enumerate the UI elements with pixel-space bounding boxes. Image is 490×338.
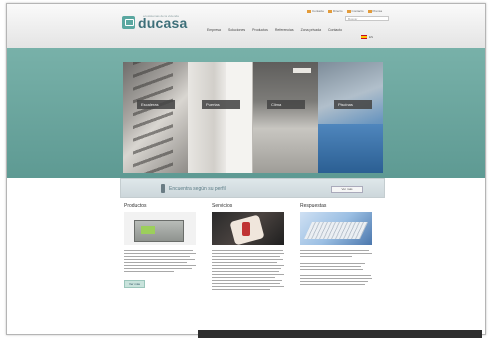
hero-panel-label: Escaleras bbox=[137, 100, 175, 109]
service-image[interactable] bbox=[212, 212, 284, 245]
column-text bbox=[124, 250, 196, 273]
logo-icon[interactable] bbox=[122, 16, 135, 29]
main-nav: Empresa Soluciones Productos Referencias… bbox=[207, 28, 342, 32]
browser-frame: ecosistemas de la vivienda ducasa Contac… bbox=[6, 3, 486, 335]
person-icon bbox=[161, 184, 165, 193]
column-title[interactable]: Servicios bbox=[212, 203, 284, 209]
nav-item-empresa[interactable]: Empresa bbox=[207, 28, 221, 32]
hero-panel-puertas[interactable]: Puertas bbox=[188, 62, 253, 173]
profile-banner: Encuentra según su perfil Ver más bbox=[120, 178, 385, 198]
hero-panel-label: Piscinas bbox=[334, 100, 372, 109]
column-text bbox=[212, 250, 284, 291]
column-title[interactable]: Respuestas bbox=[300, 203, 372, 209]
link-icon bbox=[307, 9, 311, 13]
nav-item-contacto[interactable]: Contacto bbox=[328, 28, 342, 32]
site-header: ecosistemas de la vivienda ducasa Contac… bbox=[7, 4, 485, 48]
hero-panel-label: Clima bbox=[267, 100, 305, 109]
search-input[interactable]: Buscar bbox=[345, 16, 389, 21]
column-title[interactable]: Productos bbox=[124, 203, 196, 209]
language-label: ES bbox=[369, 35, 374, 39]
column-respuestas: Respuestas bbox=[300, 203, 372, 286]
hero-panel-label: Puertas bbox=[202, 100, 240, 109]
laptop-image[interactable] bbox=[300, 212, 372, 245]
link-icon bbox=[367, 9, 372, 13]
column-productos: Productos Ver más bbox=[124, 203, 196, 290]
language-selector[interactable]: ES bbox=[361, 35, 373, 39]
link-icon bbox=[328, 9, 333, 13]
hero-gallery: Escaleras Puertas Clima Piscinas bbox=[123, 62, 383, 173]
hero-panel-clima[interactable]: Clima bbox=[253, 62, 318, 173]
product-image[interactable] bbox=[124, 212, 196, 245]
nav-item-zona-privada[interactable]: Zona privada bbox=[301, 28, 321, 32]
hero-panel-escaleras[interactable]: Escaleras bbox=[123, 62, 188, 173]
nav-item-referencias[interactable]: Referencias bbox=[275, 28, 294, 32]
banner-text: Encuentra según su perfil bbox=[169, 186, 226, 192]
hero-panel-piscinas[interactable]: Piscinas bbox=[318, 62, 383, 173]
logo-text[interactable]: ducasa bbox=[138, 15, 187, 31]
banner-button[interactable]: Ver más bbox=[331, 186, 363, 193]
utility-link[interactable]: Prensa bbox=[367, 9, 382, 13]
utility-link[interactable]: Contacte bbox=[307, 9, 324, 13]
column-text bbox=[300, 250, 372, 286]
flag-icon bbox=[361, 35, 367, 39]
column-servicios: Servicios bbox=[212, 203, 284, 291]
link-icon bbox=[346, 9, 351, 13]
utility-links: Contacte Directo Contacto Prensa bbox=[307, 9, 382, 13]
read-more-button[interactable]: Ver más bbox=[124, 280, 146, 289]
nav-item-soluciones[interactable]: Soluciones bbox=[228, 28, 245, 32]
utility-link[interactable]: Directo bbox=[328, 9, 343, 13]
utility-link[interactable]: Contacto bbox=[346, 9, 364, 13]
nav-item-productos[interactable]: Productos bbox=[252, 28, 268, 32]
taskbar-strip bbox=[198, 330, 482, 338]
